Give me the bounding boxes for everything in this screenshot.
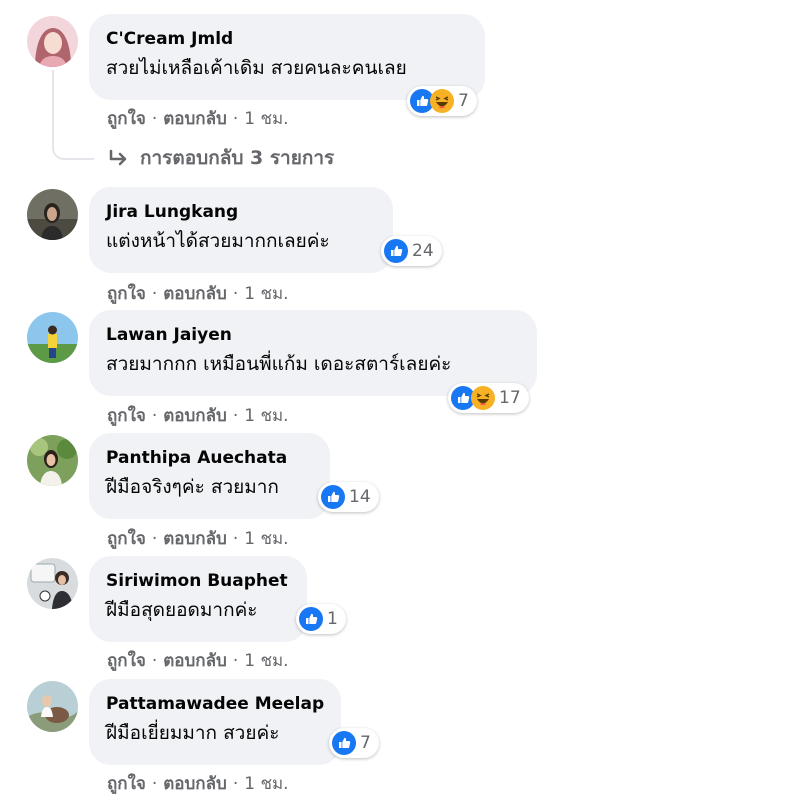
comment-author[interactable]: C'Cream Jmld [106, 28, 469, 50]
comment-actions: ถูกใจ · ตอบกลับ · 1 ชม. [107, 647, 289, 674]
comment-bubble: Jira Lungkang แต่งหน้าได้สวยมากกเลยค่ะ [89, 187, 393, 273]
reaction-count: 24 [412, 241, 434, 261]
reaction-summary[interactable]: 7 [407, 86, 477, 116]
comment-bubble: Pattamawadee Meelap ฝีมือเยี่ยมมาก สวยค่… [89, 679, 341, 765]
reaction-summary[interactable]: 24 [381, 236, 442, 266]
avatar[interactable] [27, 435, 78, 486]
avatar[interactable] [27, 681, 78, 732]
comment-text: สวยมากกก เหมือนพี่แก้ม เดอะสตาร์เลยค่ะ [106, 353, 452, 375]
like-link[interactable]: ถูกใจ [107, 651, 146, 671]
reaction-count: 1 [327, 609, 338, 629]
like-thumbs-up-icon [321, 485, 345, 509]
comment-author[interactable]: Lawan Jaiyen [106, 324, 521, 346]
haha-laughing-face-icon [430, 89, 454, 113]
comment-timestamp[interactable]: 1 ชม. [244, 529, 288, 549]
separator-dot: · [151, 651, 158, 671]
like-thumbs-up-icon [332, 731, 356, 755]
comment-bubble: Panthipa Auechata ฝีมือจริงๆค่ะ สวยมาก [89, 433, 330, 519]
reaction-count: 14 [349, 487, 371, 507]
avatar[interactable] [27, 16, 78, 67]
like-thumbs-up-icon [384, 239, 408, 263]
reaction-summary[interactable]: 14 [318, 482, 379, 512]
reaction-count: 17 [499, 388, 521, 408]
reply-thread-line [52, 70, 94, 160]
view-replies-link[interactable]: การตอบกลับ 3 รายการ [108, 143, 334, 173]
avatar[interactable] [27, 189, 78, 240]
separator-dot: · [232, 774, 239, 794]
comment-text: ฝีมือสุดยอดมากค่ะ [106, 599, 258, 621]
avatar[interactable] [27, 558, 78, 609]
like-link[interactable]: ถูกใจ [107, 406, 146, 426]
comment-actions: ถูกใจ · ตอบกลับ · 1 ชม. [107, 525, 289, 552]
like-link[interactable]: ถูกใจ [107, 109, 146, 129]
separator-dot: · [232, 284, 239, 304]
reaction-summary[interactable]: 1 [296, 604, 346, 634]
comment-author[interactable]: Pattamawadee Meelap [106, 693, 325, 715]
comment-timestamp[interactable]: 1 ชม. [244, 406, 288, 426]
replies-count-label[interactable]: การตอบกลับ 3 รายการ [140, 143, 334, 173]
separator-dot: · [232, 109, 239, 129]
comment-actions: ถูกใจ · ตอบกลับ · 1 ชม. [107, 105, 289, 132]
comment-actions: ถูกใจ · ตอบกลับ · 1 ชม. [107, 770, 289, 797]
reply-link[interactable]: ตอบกลับ [163, 651, 227, 671]
reaction-summary[interactable]: 17 [448, 383, 529, 413]
like-thumbs-up-icon [299, 607, 323, 631]
comment-timestamp[interactable]: 1 ชม. [244, 109, 288, 129]
separator-dot: · [232, 406, 239, 426]
separator-dot: · [151, 774, 158, 794]
separator-dot: · [151, 529, 158, 549]
reaction-count: 7 [458, 91, 469, 111]
comment-author[interactable]: Jira Lungkang [106, 201, 377, 223]
like-link[interactable]: ถูกใจ [107, 529, 146, 549]
comment-actions: ถูกใจ · ตอบกลับ · 1 ชม. [107, 280, 289, 307]
avatar[interactable] [27, 312, 78, 363]
reply-link[interactable]: ตอบกลับ [163, 529, 227, 549]
reaction-count: 7 [360, 733, 371, 753]
comment-author[interactable]: Siriwimon Buaphet [106, 570, 291, 592]
comment-timestamp[interactable]: 1 ชม. [244, 651, 288, 671]
haha-laughing-face-icon [471, 386, 495, 410]
comment-text: ฝีมือเยี่ยมมาก สวยค่ะ [106, 722, 280, 744]
reply-arrow-icon [109, 149, 127, 166]
separator-dot: · [151, 284, 158, 304]
comment-text: แต่งหน้าได้สวยมากกเลยค่ะ [106, 230, 330, 252]
like-link[interactable]: ถูกใจ [107, 774, 146, 794]
like-link[interactable]: ถูกใจ [107, 284, 146, 304]
separator-dot: · [232, 651, 239, 671]
reply-link[interactable]: ตอบกลับ [163, 109, 227, 129]
comment-timestamp[interactable]: 1 ชม. [244, 774, 288, 794]
separator-dot: · [151, 109, 158, 129]
comment-text: สวยไม่เหลือเค้าเดิม สวยคนละคนเลย [106, 57, 407, 79]
comment-author[interactable]: Panthipa Auechata [106, 447, 314, 469]
comment-timestamp[interactable]: 1 ชม. [244, 284, 288, 304]
separator-dot: · [151, 406, 158, 426]
comment-text: ฝีมือจริงๆค่ะ สวยมาก [106, 476, 279, 498]
reply-link[interactable]: ตอบกลับ [163, 406, 227, 426]
reply-link[interactable]: ตอบกลับ [163, 284, 227, 304]
comment-bubble: Siriwimon Buaphet ฝีมือสุดยอดมากค่ะ [89, 556, 307, 642]
reply-link[interactable]: ตอบกลับ [163, 774, 227, 794]
comment-actions: ถูกใจ · ตอบกลับ · 1 ชม. [107, 402, 289, 429]
reaction-summary[interactable]: 7 [329, 728, 379, 758]
separator-dot: · [232, 529, 239, 549]
